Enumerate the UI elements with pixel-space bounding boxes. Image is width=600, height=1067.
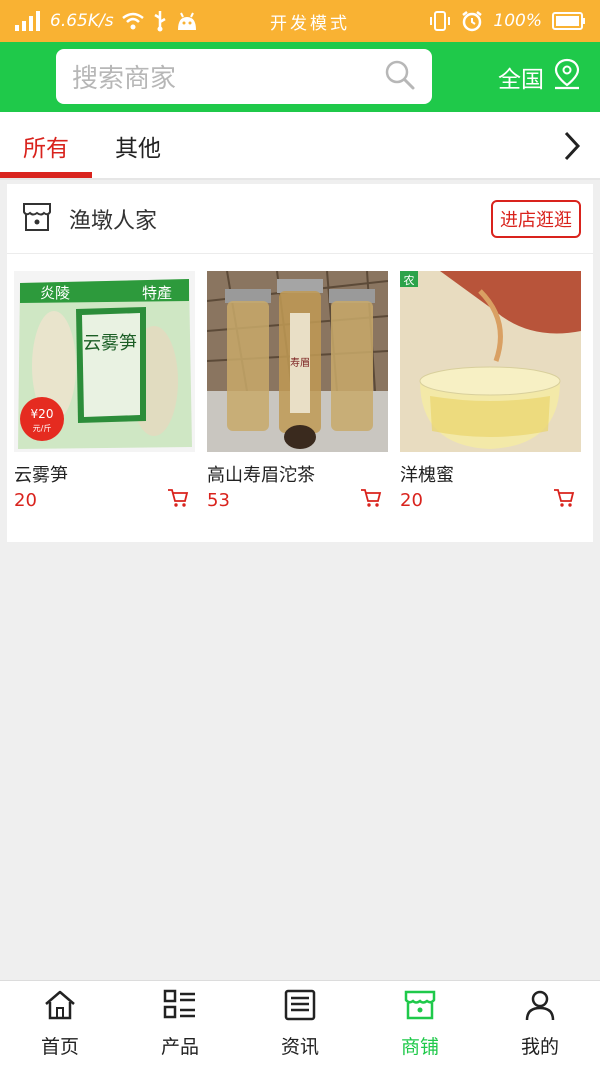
nav-profile[interactable]: 我的 [480, 981, 600, 1067]
nav-home[interactable]: 首页 [0, 981, 120, 1067]
jar-label: 寿眉 [290, 356, 310, 369]
nav-stores[interactable]: 商铺 [360, 981, 480, 1067]
news-icon[interactable] [283, 989, 317, 1026]
tab-other[interactable]: 其他 [92, 112, 184, 180]
region-label[interactable]: 全国 [498, 60, 544, 94]
network-speed: 6.65K/s [50, 11, 114, 31]
status-bar: 6.65K/s 开发模式 100% [0, 0, 600, 42]
nav-news[interactable]: 资讯 [240, 981, 360, 1067]
price-sticker-unit: 元/斤 [33, 423, 52, 433]
product-item[interactable]: 炎陵 特產 云雾笋 ¥20 元/斤 云雾笋 20 [14, 271, 195, 512]
product-image-tea[interactable]: 寿眉 [207, 271, 388, 452]
battery-icon [552, 12, 586, 30]
user-icon[interactable] [523, 989, 557, 1026]
product-price: 53 [207, 489, 230, 511]
nav-stores-label[interactable]: 商铺 [401, 1032, 439, 1059]
product-name[interactable]: 洋槐蜜 [400, 461, 581, 486]
alarm-icon [461, 10, 483, 32]
nav-news-label[interactable]: 资讯 [281, 1032, 319, 1059]
bottom-navigation: 首页 产品 资讯 商铺 我的 [0, 980, 600, 1067]
search-icon[interactable] [384, 59, 416, 95]
tab-all[interactable]: 所有 [0, 112, 92, 180]
usb-icon [152, 10, 168, 32]
nav-profile-label[interactable]: 我的 [521, 1032, 559, 1059]
cart-icon[interactable] [360, 488, 382, 512]
list-icon[interactable] [163, 989, 197, 1026]
nav-products-label[interactable]: 产品 [161, 1032, 199, 1059]
developer-mode-label: 开发模式 [270, 13, 350, 34]
chevron-right-icon[interactable] [554, 128, 590, 164]
shop-icon [21, 201, 53, 237]
nav-home-label[interactable]: 首页 [41, 1032, 79, 1059]
pack-corner-text: 炎陵 [40, 284, 70, 302]
product-name[interactable]: 高山寿眉沱茶 [207, 461, 388, 486]
product-item[interactable]: 寿眉 高山寿眉沱茶 53 [207, 271, 388, 512]
home-icon[interactable] [43, 989, 77, 1026]
product-item[interactable]: 农 洋槐蜜 20 [400, 271, 581, 512]
battery-percent: 100% [493, 11, 542, 31]
search-input[interactable]: 搜索商家 [72, 58, 384, 95]
image-corner-badge: 农 [404, 273, 415, 287]
visit-store-button[interactable]: 进店逛逛 [491, 199, 581, 238]
search-bar[interactable]: 搜索商家 [56, 49, 432, 104]
product-name[interactable]: 云雾笋 [14, 461, 195, 486]
shop-name[interactable]: 渔墩人家 [69, 203, 491, 235]
shop-header[interactable]: 渔墩人家 进店逛逛 [7, 184, 593, 254]
product-price: 20 [14, 489, 37, 511]
store-icon[interactable] [403, 989, 437, 1026]
product-image-honey[interactable]: 农 [400, 271, 581, 452]
cart-icon[interactable] [553, 488, 575, 512]
top-header: 搜索商家 全国 [0, 42, 600, 112]
shop-card: 渔墩人家 进店逛逛 炎陵 特產 云雾笋 ¥20 元/斤 云雾笋 20 寿眉 高山… [7, 184, 593, 542]
category-tabs: 所有 其他 [0, 112, 600, 180]
vibrate-icon [429, 10, 451, 32]
active-tab-indicator [0, 172, 92, 178]
product-image-bamboo-shoots[interactable]: 炎陵 特產 云雾笋 ¥20 元/斤 [14, 271, 195, 452]
product-price: 20 [400, 489, 423, 511]
wifi-icon [121, 12, 144, 30]
region-selector[interactable]: 全国 [498, 42, 582, 112]
pack-label: 云雾笋 [83, 333, 137, 354]
nav-products[interactable]: 产品 [120, 981, 240, 1067]
pack-corner-text-2: 特產 [142, 284, 172, 302]
signal-icon [14, 11, 42, 31]
cart-icon[interactable] [167, 488, 189, 512]
price-sticker: ¥20 [31, 407, 54, 421]
android-icon [176, 11, 198, 31]
location-pin-icon[interactable] [552, 58, 582, 96]
product-list: 炎陵 特產 云雾笋 ¥20 元/斤 云雾笋 20 寿眉 高山寿眉沱茶 53 农 … [14, 271, 581, 512]
